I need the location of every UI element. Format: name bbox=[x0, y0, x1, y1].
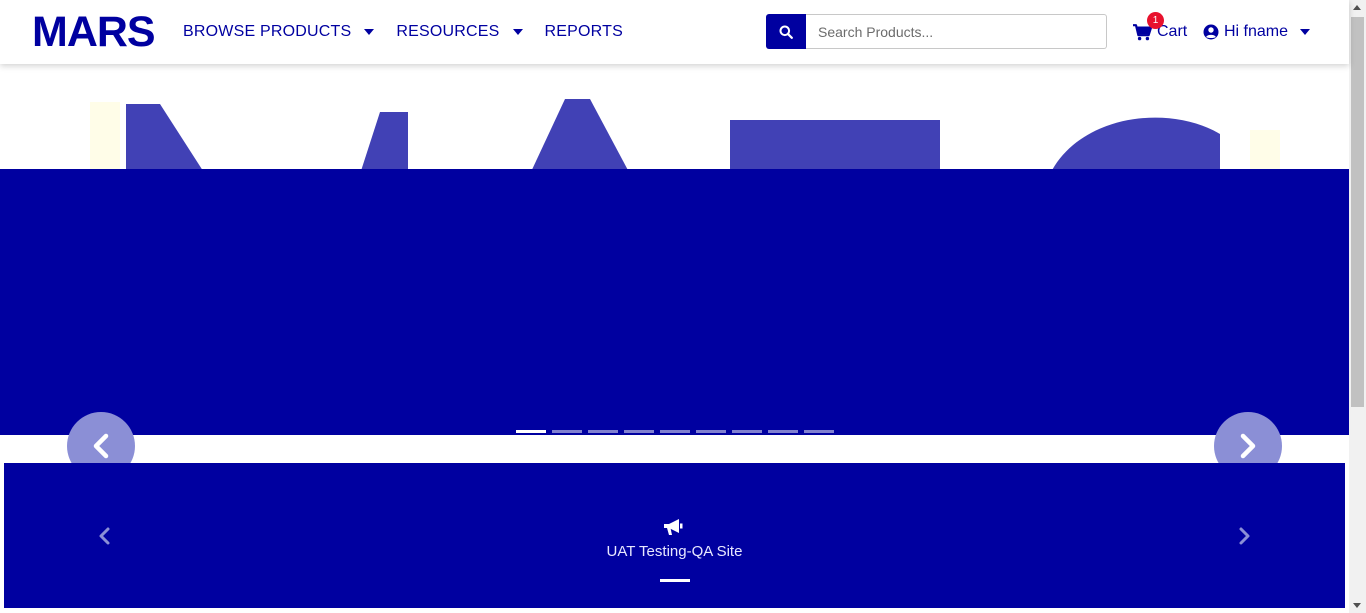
scroll-up-icon[interactable] bbox=[1353, 5, 1361, 10]
user-menu[interactable]: Hi fname bbox=[1203, 20, 1316, 44]
announcement-bar: UAT Testing-QA Site bbox=[4, 463, 1345, 608]
banner-slide bbox=[0, 169, 1349, 435]
carousel-indicator[interactable] bbox=[732, 430, 762, 433]
search-bar bbox=[766, 14, 1107, 49]
caret-down-icon bbox=[364, 29, 375, 35]
site-header: MARS BROWSE PRODUCTS RESOURCES REPORTS S… bbox=[0, 0, 1349, 64]
user-greeting: Hi fname bbox=[1224, 23, 1289, 40]
user-circle-icon bbox=[1203, 24, 1219, 40]
mars-logo[interactable]: MARS bbox=[32, 11, 156, 54]
cart-link[interactable]: 1 Cart bbox=[1133, 12, 1187, 44]
nav-browse-products-label: BROWSE PRODUCTS bbox=[183, 23, 352, 40]
announcement-indicator[interactable] bbox=[660, 579, 690, 582]
scrollbar-thumb[interactable] bbox=[1351, 17, 1364, 407]
nav-reports[interactable]: REPORTS bbox=[545, 23, 623, 41]
caret-down-icon bbox=[512, 29, 523, 35]
carousel-indicator[interactable] bbox=[804, 430, 834, 433]
hero-carousel bbox=[0, 64, 1349, 435]
nav-resources[interactable]: RESOURCES bbox=[396, 23, 528, 41]
chevron-right-icon bbox=[1240, 433, 1256, 459]
page: MARS BROWSE PRODUCTS RESOURCES REPORTS S… bbox=[0, 0, 1366, 613]
carousel-indicators bbox=[516, 430, 840, 433]
carousel-indicator[interactable] bbox=[768, 430, 798, 433]
carousel-indicator[interactable] bbox=[552, 430, 582, 433]
page-scrollbar[interactable] bbox=[1349, 0, 1366, 613]
carousel-indicator[interactable] bbox=[588, 430, 618, 433]
bullhorn-icon bbox=[664, 519, 683, 535]
nav-reports-label: REPORTS bbox=[544, 23, 623, 40]
caret-down-icon bbox=[1300, 29, 1311, 35]
carousel-indicator[interactable] bbox=[696, 430, 726, 433]
search-input[interactable] bbox=[806, 14, 1107, 49]
carousel-indicator[interactable] bbox=[624, 430, 654, 433]
scroll-down-icon[interactable] bbox=[1353, 603, 1361, 608]
cart-count-badge: 1 bbox=[1147, 12, 1164, 29]
nav-browse-products[interactable]: BROWSE PRODUCTS bbox=[183, 23, 380, 41]
search-button[interactable] bbox=[766, 14, 806, 49]
main-nav: BROWSE PRODUCTS RESOURCES REPORTS bbox=[183, 0, 639, 64]
nav-resources-label: RESOURCES bbox=[396, 23, 500, 40]
search-icon bbox=[779, 25, 793, 39]
announcement-text: UAT Testing-QA Site bbox=[606, 543, 743, 560]
carousel-indicator[interactable] bbox=[516, 430, 546, 433]
banner-graphic bbox=[90, 99, 1280, 174]
carousel-indicator[interactable] bbox=[660, 430, 690, 433]
announcement-next-icon[interactable] bbox=[1235, 526, 1253, 546]
chevron-left-icon bbox=[93, 433, 109, 459]
